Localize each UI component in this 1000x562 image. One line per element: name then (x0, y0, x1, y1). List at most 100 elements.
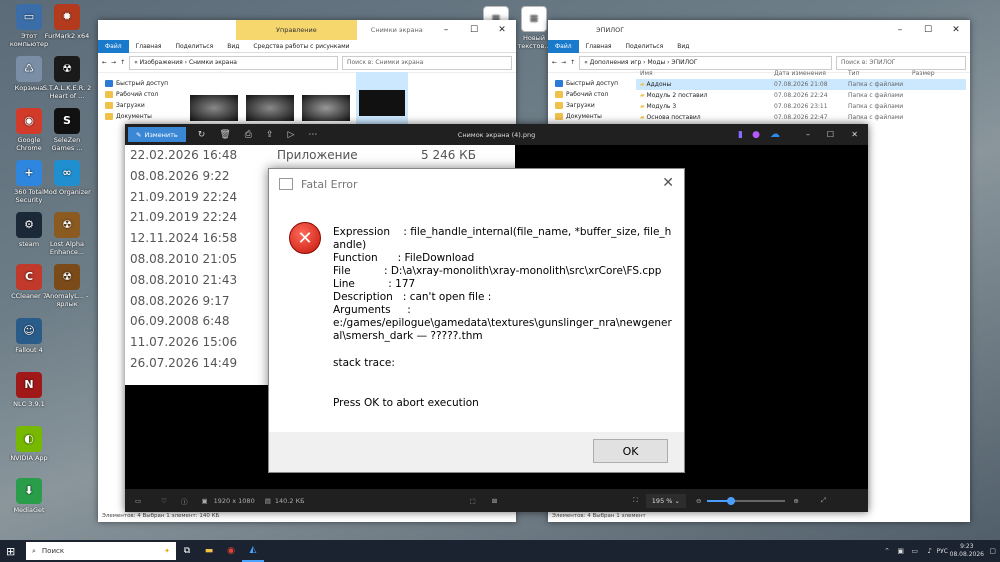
selezen-icon[interactable]: S SeleZen Games ... (42, 108, 92, 152)
minimize-button[interactable]: – (806, 130, 810, 139)
table-row[interactable]: ▰ Модуль 3 07.08.2026 23:11 Папка с файлам… (636, 101, 966, 112)
file-explorer-taskbar-icon[interactable]: ▬ (198, 540, 220, 562)
notifications-icon[interactable]: ▢ (989, 547, 996, 555)
minimize-button[interactable]: – (886, 20, 914, 40)
stack-trace-label: stack trace: (333, 357, 395, 369)
lost-alpha-icon[interactable]: ☢ Lost Alpha Enhance... (42, 212, 92, 256)
zoom-slider[interactable] (707, 496, 786, 505)
zoom-out-icon[interactable]: ⊖ (696, 497, 701, 505)
info-icon[interactable]: ⓘ (181, 496, 188, 506)
up-arrow-icon[interactable]: ↑ (120, 59, 125, 66)
manage-tab[interactable]: Управление (236, 20, 357, 40)
zoom-in-icon[interactable]: ⊕ (793, 497, 798, 505)
chrome-taskbar-icon[interactable]: ◉ (220, 540, 242, 562)
language-indicator[interactable]: РУС (937, 548, 948, 555)
col-size[interactable]: Размер (912, 68, 935, 79)
back-arrow-icon[interactable]: ← (552, 59, 557, 66)
table-row[interactable]: ▰ Модуль 2 поставил 07.08.2026 22:24 Папка… (636, 90, 966, 101)
slideshow-icon[interactable]: ▷ (288, 130, 295, 140)
nav-quick-access[interactable]: Быстрый доступ (102, 78, 168, 89)
close-icon[interactable]: ✕ (662, 175, 674, 191)
furmark-icon[interactable]: ✹ FurMark2 x64 (42, 4, 92, 40)
ribbon-file[interactable]: Файл (98, 39, 129, 53)
nav-quick-access[interactable]: Быстрый доступ (552, 78, 618, 89)
zoom-dropdown[interactable]: 195 % ⌄ (645, 493, 686, 508)
rotate-icon[interactable]: ↻ (198, 130, 206, 140)
ribbon-share[interactable]: Поделиться (169, 40, 221, 53)
onedrive-icon[interactable]: ☁ (770, 129, 780, 140)
filmstrip-icon[interactable]: ▭ (135, 497, 141, 505)
task-view-icon[interactable]: ⧉ (176, 540, 198, 562)
thumbnail[interactable] (246, 95, 294, 121)
maximize-button[interactable]: ☐ (827, 130, 834, 139)
nav-downloads[interactable]: Загрузки (552, 100, 618, 111)
close-button[interactable]: ✕ (942, 20, 970, 40)
ok-button[interactable]: OK (593, 439, 668, 463)
compare-icon[interactable]: ⊠ (492, 497, 497, 505)
tray-apps-icon[interactable]: ▣ (897, 547, 904, 555)
ribbon-share[interactable]: Поделиться (619, 40, 671, 53)
col-date[interactable]: Дата изменения (774, 68, 848, 79)
network-icon[interactable]: ▭ (911, 547, 918, 555)
nvidia-icon[interactable]: ◐ NVIDIA App (4, 426, 54, 462)
mod-organizer-icon[interactable]: ∞ Mod Organizer (42, 160, 92, 196)
volume-icon[interactable]: ♪ (928, 547, 932, 555)
ribbon-file[interactable]: Файл (548, 39, 579, 53)
clock[interactable]: 9:23 08.08.2026 (950, 543, 984, 559)
photos-taskbar-icon[interactable]: ◭ (242, 540, 264, 562)
stalker2-icon[interactable]: ☢ S.T.A.L.K.E.R. 2 Heart of ... (42, 56, 92, 100)
close-button[interactable]: ✕ (488, 20, 516, 40)
back-arrow-icon[interactable]: ← (102, 59, 107, 66)
favorite-icon[interactable]: ♡ (161, 497, 167, 505)
up-arrow-icon[interactable]: ↑ (570, 59, 575, 66)
forward-arrow-icon[interactable]: → (561, 59, 566, 66)
fit-icon[interactable]: ⛶ (633, 496, 638, 505)
status-bar: Элементов: 4 Выбран 1 элемент (548, 511, 970, 522)
fallout4-icon[interactable]: ☺ Fallout 4 (4, 318, 54, 354)
maximize-button[interactable]: ☐ (914, 20, 942, 40)
delete-icon[interactable]: 🗑 (219, 130, 230, 140)
nav-desktop[interactable]: Рабочий стол (102, 89, 168, 100)
start-icon[interactable]: ⊞ (6, 545, 15, 558)
zoom-slider-thumb[interactable] (726, 496, 735, 505)
thumbnail-selected[interactable] (356, 72, 408, 124)
print-icon[interactable]: ⎙ (245, 130, 252, 140)
share-icon[interactable]: ⇪ (266, 130, 274, 140)
file-date: 07.08.2026 21:08 (774, 81, 828, 88)
crop-icon[interactable]: ⬚ (470, 497, 476, 505)
ribbon-view[interactable]: Вид (670, 40, 696, 53)
designer-icon[interactable]: ● (752, 130, 760, 140)
thumbnail[interactable] (302, 95, 350, 121)
edit-button[interactable]: ✎ Изменить (128, 127, 186, 142)
anomaly-icon[interactable]: ☢ AnomalyL... - ярлык (42, 264, 92, 308)
address-bar[interactable]: « Изображения › Снимки экрана (129, 55, 338, 70)
taskbar-search[interactable]: ⌕ Поиск ✦ (26, 542, 176, 560)
tray-up-icon[interactable]: ⌃ (884, 547, 890, 555)
close-button[interactable]: ✕ (851, 130, 858, 139)
nav-downloads[interactable]: Загрузки (102, 100, 168, 111)
minimize-button[interactable]: – (432, 20, 460, 40)
new-text-file-icon-2[interactable]: ≡ Новый текстов... (516, 6, 552, 50)
table-row[interactable]: ▰ Основа поставил 07.08.2026 22:47 Папка с… (636, 112, 966, 123)
ribbon-home[interactable]: Главная (579, 40, 619, 53)
error-line: File : D:\a\xray-monolith\xray-monolith\… (333, 265, 662, 277)
nlc-icon[interactable]: N NLC 3.9.1 (4, 372, 54, 408)
nav-documents[interactable]: Документы (102, 111, 168, 122)
mediaget-icon[interactable]: ⬇ MediaGet (4, 478, 54, 514)
col-type[interactable]: Тип (848, 68, 912, 79)
nav-desktop[interactable]: Рабочий стол (552, 89, 618, 100)
ribbon-home[interactable]: Главная (129, 40, 169, 53)
stalker2-glyph: ☢ (54, 56, 80, 82)
nav-documents[interactable]: Документы (552, 111, 618, 122)
clipchamp-icon[interactable]: ▮ (738, 130, 743, 140)
forward-arrow-icon[interactable]: → (111, 59, 116, 66)
ribbon-view[interactable]: Вид (220, 40, 246, 53)
col-name[interactable]: Имя (636, 68, 774, 79)
thumbnail[interactable] (190, 95, 238, 121)
more-icon[interactable]: ⋯ (308, 130, 317, 140)
table-row[interactable]: ▰ Аддоны 07.08.2026 21:08 Папка с файлами (636, 79, 966, 90)
ribbon-picture-tools[interactable]: Средства работы с рисунками (246, 40, 356, 53)
fullscreen-icon[interactable]: ⤢ (821, 496, 826, 505)
maximize-button[interactable]: ☐ (460, 20, 488, 40)
search-input[interactable]: Поиск в: Снимки экрана (342, 55, 512, 70)
